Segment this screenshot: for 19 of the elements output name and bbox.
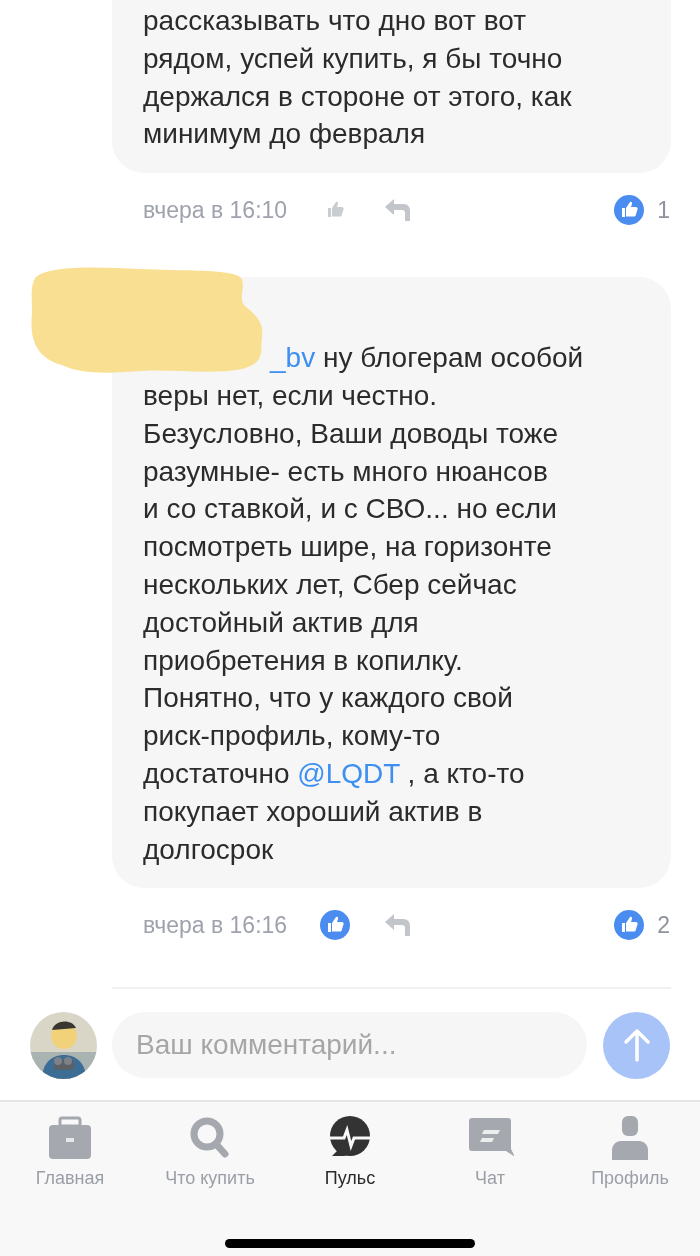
comment-text: рассказывать что дно вот вот рядом, успей купить, я бы точно держался в стороне от этого, как минимум до февраля: [143, 4, 573, 152]
comment-time: вчера в 16:10: [143, 196, 288, 224]
tab[interactable]: Главная: [0, 1114, 140, 1214]
like-count: 2: [657, 911, 670, 939]
tab[interactable]: Чат: [420, 1114, 560, 1214]
tab[interactable]: Пульс: [280, 1114, 420, 1214]
tab[interactable]: Профиль: [560, 1114, 700, 1214]
briefcase-icon: [46, 1114, 94, 1162]
mention-link[interactable]: _bv: [270, 342, 316, 374]
like-button[interactable]: [319, 909, 352, 942]
arrow-up-icon: [621, 1028, 652, 1062]
likes-icon: [613, 909, 646, 942]
like-count: 1: [657, 196, 670, 224]
tab[interactable]: Что купить: [140, 1114, 280, 1214]
comment-input[interactable]: Ваш комментарий...: [112, 1012, 587, 1078]
likes-icon: [613, 194, 646, 227]
comment-time: вчера в 16:16: [143, 911, 288, 939]
comment-text: _bv ну блогерам особой веры нет, если честно. Безусловно, Ваши доводы тоже разумные- есть много нюансов и со ставкой, и с СВО... но если посмотреть шире, на горизонте нескольких лет, Сбер сейчас достойный актив для приобретения в копилку. Понятно, что у каждого свой риск-профиль, кому-то достаточно @LQDT , а кто-то покупает хороший актив в долгосрок: [143, 341, 585, 867]
mention-link[interactable]: @LQDT: [297, 757, 400, 789]
